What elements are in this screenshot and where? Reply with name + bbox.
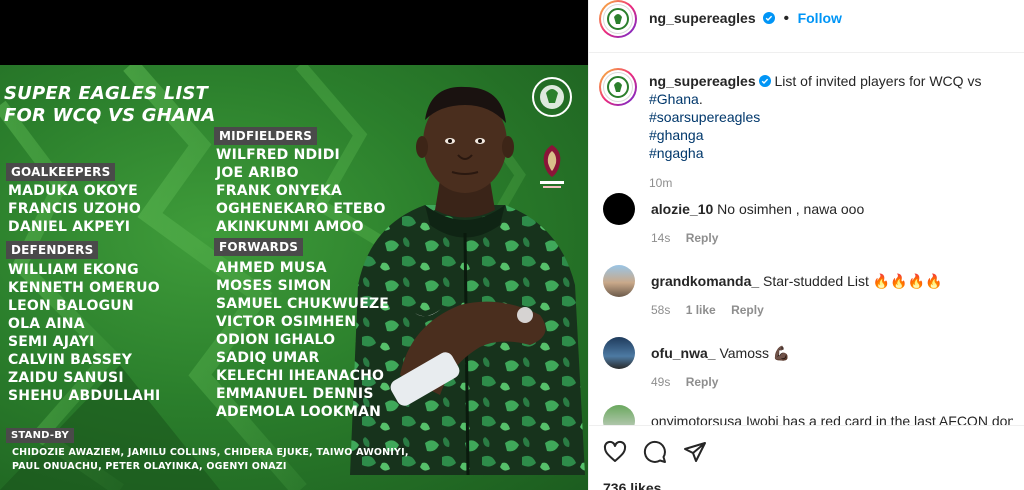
comment-username[interactable]: ofu_nwa_ <box>651 345 716 361</box>
comment-time: 58s <box>651 303 671 317</box>
hashtag-link[interactable]: #ngagha <box>649 144 1019 162</box>
midfielders-header: MIDFIELDERS <box>214 127 318 145</box>
comment-text: No osimhen , nawa ooo <box>717 201 865 217</box>
player-name: ZAIDU SANUSI <box>8 370 124 386</box>
player-name: OGHENEKARO ETEBO <box>216 201 386 217</box>
nff-logo-icon <box>607 8 629 30</box>
player-name: FRANK ONYEKA <box>216 183 343 199</box>
follow-button[interactable]: Follow <box>798 10 842 26</box>
player-name: SEMI AJAYI <box>8 334 95 350</box>
player-name: FRANCIS UZOHO <box>8 201 141 217</box>
player-name: EMMANUEL DENNIS <box>216 386 374 402</box>
comment-meta: 58s 1 like Reply <box>651 303 776 317</box>
comment-time: 49s <box>651 375 671 389</box>
poster-title-line1: SUPER EAGLES LIST <box>4 83 209 104</box>
world-cup-logo-icon <box>540 145 564 188</box>
standby-line: PAUL ONUACHU, PETER OLAYINKA, OGENYI ONA… <box>12 461 287 472</box>
comment-meta: 14s Reply <box>651 231 730 245</box>
caption-text-end: . <box>698 91 703 107</box>
player-name: KENNETH OMERUO <box>8 280 160 296</box>
player-name: WILLIAM EKONG <box>8 262 139 278</box>
comment-body: ofu_nwa_ Vamoss 💪🏿 <box>651 345 1011 362</box>
player-name: SAMUEL CHUKWUEZE <box>216 296 390 312</box>
caption-time: 10m <box>649 176 673 190</box>
comment-username[interactable]: alozie_10 <box>651 201 713 217</box>
post-header: ng_supereagles • Follow <box>649 10 842 28</box>
comment-icon[interactable] <box>643 440 667 464</box>
comment-likes[interactable]: 1 like <box>686 303 716 317</box>
comment-body: onyimotorsusa Iwobi has a red card in th… <box>651 413 1013 425</box>
hashtag-link[interactable]: #ghanga <box>649 126 1019 144</box>
header-username[interactable]: ng_supereagles <box>649 10 756 26</box>
player-name: SHEHU ABDULLAHI <box>8 388 161 404</box>
comment-item: onyimotorsusa Iwobi has a red card in th… <box>603 405 1013 425</box>
player-name: MOSES SIMON <box>216 278 332 294</box>
player-name: LEON BALOGUN <box>8 298 134 314</box>
comment-text: Vamoss 💪🏿 <box>719 345 791 361</box>
comment-username[interactable]: onyimotorsusa <box>651 413 742 425</box>
commenter-avatar[interactable] <box>603 193 635 225</box>
player-name: AHMED MUSA <box>216 260 327 276</box>
player-name: OLA AINA <box>8 316 85 332</box>
caption-username[interactable]: ng_supereagles <box>649 73 756 89</box>
post-caption: ng_supereagles List of invited players f… <box>649 72 1019 192</box>
player-name: AKINKUNMI AMOO <box>216 219 364 235</box>
comment-username[interactable]: grandkomanda_ <box>651 273 759 289</box>
player-name: KELECHI IHEANACHO <box>216 368 385 384</box>
player-name: JOE ARIBO <box>216 165 299 181</box>
profile-avatar[interactable] <box>599 0 637 38</box>
nff-logo-icon <box>607 76 629 98</box>
share-icon[interactable] <box>683 440 707 464</box>
heart-icon[interactable] <box>603 440 627 464</box>
verified-badge-icon <box>758 75 771 87</box>
player-name: DANIEL AKPEYI <box>8 219 131 235</box>
commenter-avatar[interactable] <box>603 265 635 297</box>
commenter-avatar[interactable] <box>603 405 635 425</box>
reply-button[interactable]: Reply <box>686 231 719 245</box>
hashtag-link[interactable]: #Ghana <box>649 91 699 107</box>
comment-body: alozie_10 No osimhen , nawa ooo <box>651 201 1011 217</box>
caption-avatar[interactable] <box>599 68 637 106</box>
reply-button[interactable]: Reply <box>686 375 719 389</box>
reply-button[interactable]: Reply <box>731 303 764 317</box>
hashtag-link[interactable]: #soarsupereagles <box>649 108 1019 126</box>
player-name: ADEMOLA LOOKMAN <box>216 404 382 420</box>
comment-time: 14s <box>651 231 671 245</box>
nff-crest-icon <box>532 77 572 117</box>
player-name: ODION IGHALO <box>216 332 336 348</box>
header-separator: • <box>783 10 790 27</box>
defenders-header: DEFENDERS <box>6 241 99 259</box>
standby-line: CHIDOZIE AWAZIEM, JAMILU COLLINS, CHIDER… <box>12 447 409 458</box>
commenter-avatar[interactable] <box>603 337 635 369</box>
verified-badge-icon <box>763 12 776 24</box>
goalkeepers-header: GOALKEEPERS <box>6 163 116 181</box>
forwards-header: FORWARDS <box>214 238 304 256</box>
caption-text: List of invited players for WCQ vs <box>774 73 982 89</box>
comment-text: Star-studded List 🔥🔥🔥🔥 <box>763 273 943 289</box>
comment-meta: 49s Reply <box>651 375 730 389</box>
player-name: CALVIN BASSEY <box>8 352 133 368</box>
divider <box>589 52 1024 53</box>
player-name: MADUKA OKOYE <box>8 183 138 199</box>
comment-text: Iwobi has a red card in the last AFCON d… <box>745 413 1013 425</box>
player-name: VICTOR OSIMHEN <box>216 314 357 330</box>
post-side-panel: ng_supereagles • Follow ng_supereagles L… <box>588 0 1024 490</box>
comment-body: grandkomanda_ Star-studded List 🔥🔥🔥🔥 <box>651 273 1011 290</box>
squad-list-poster: SUPER EAGLES LIST FOR WCQ VS GHANA GOALK… <box>0 65 588 490</box>
poster-title-line2: FOR WCQ VS GHANA <box>4 105 216 126</box>
likes-count[interactable]: 736 likes <box>603 480 661 490</box>
post-media[interactable]: SUPER EAGLES LIST FOR WCQ VS GHANA GOALK… <box>0 0 588 490</box>
standby-header: STAND-BY <box>6 428 74 443</box>
player-name: WILFRED NDIDI <box>216 147 340 163</box>
divider <box>589 425 1024 426</box>
player-name: SADIQ UMAR <box>216 350 320 366</box>
